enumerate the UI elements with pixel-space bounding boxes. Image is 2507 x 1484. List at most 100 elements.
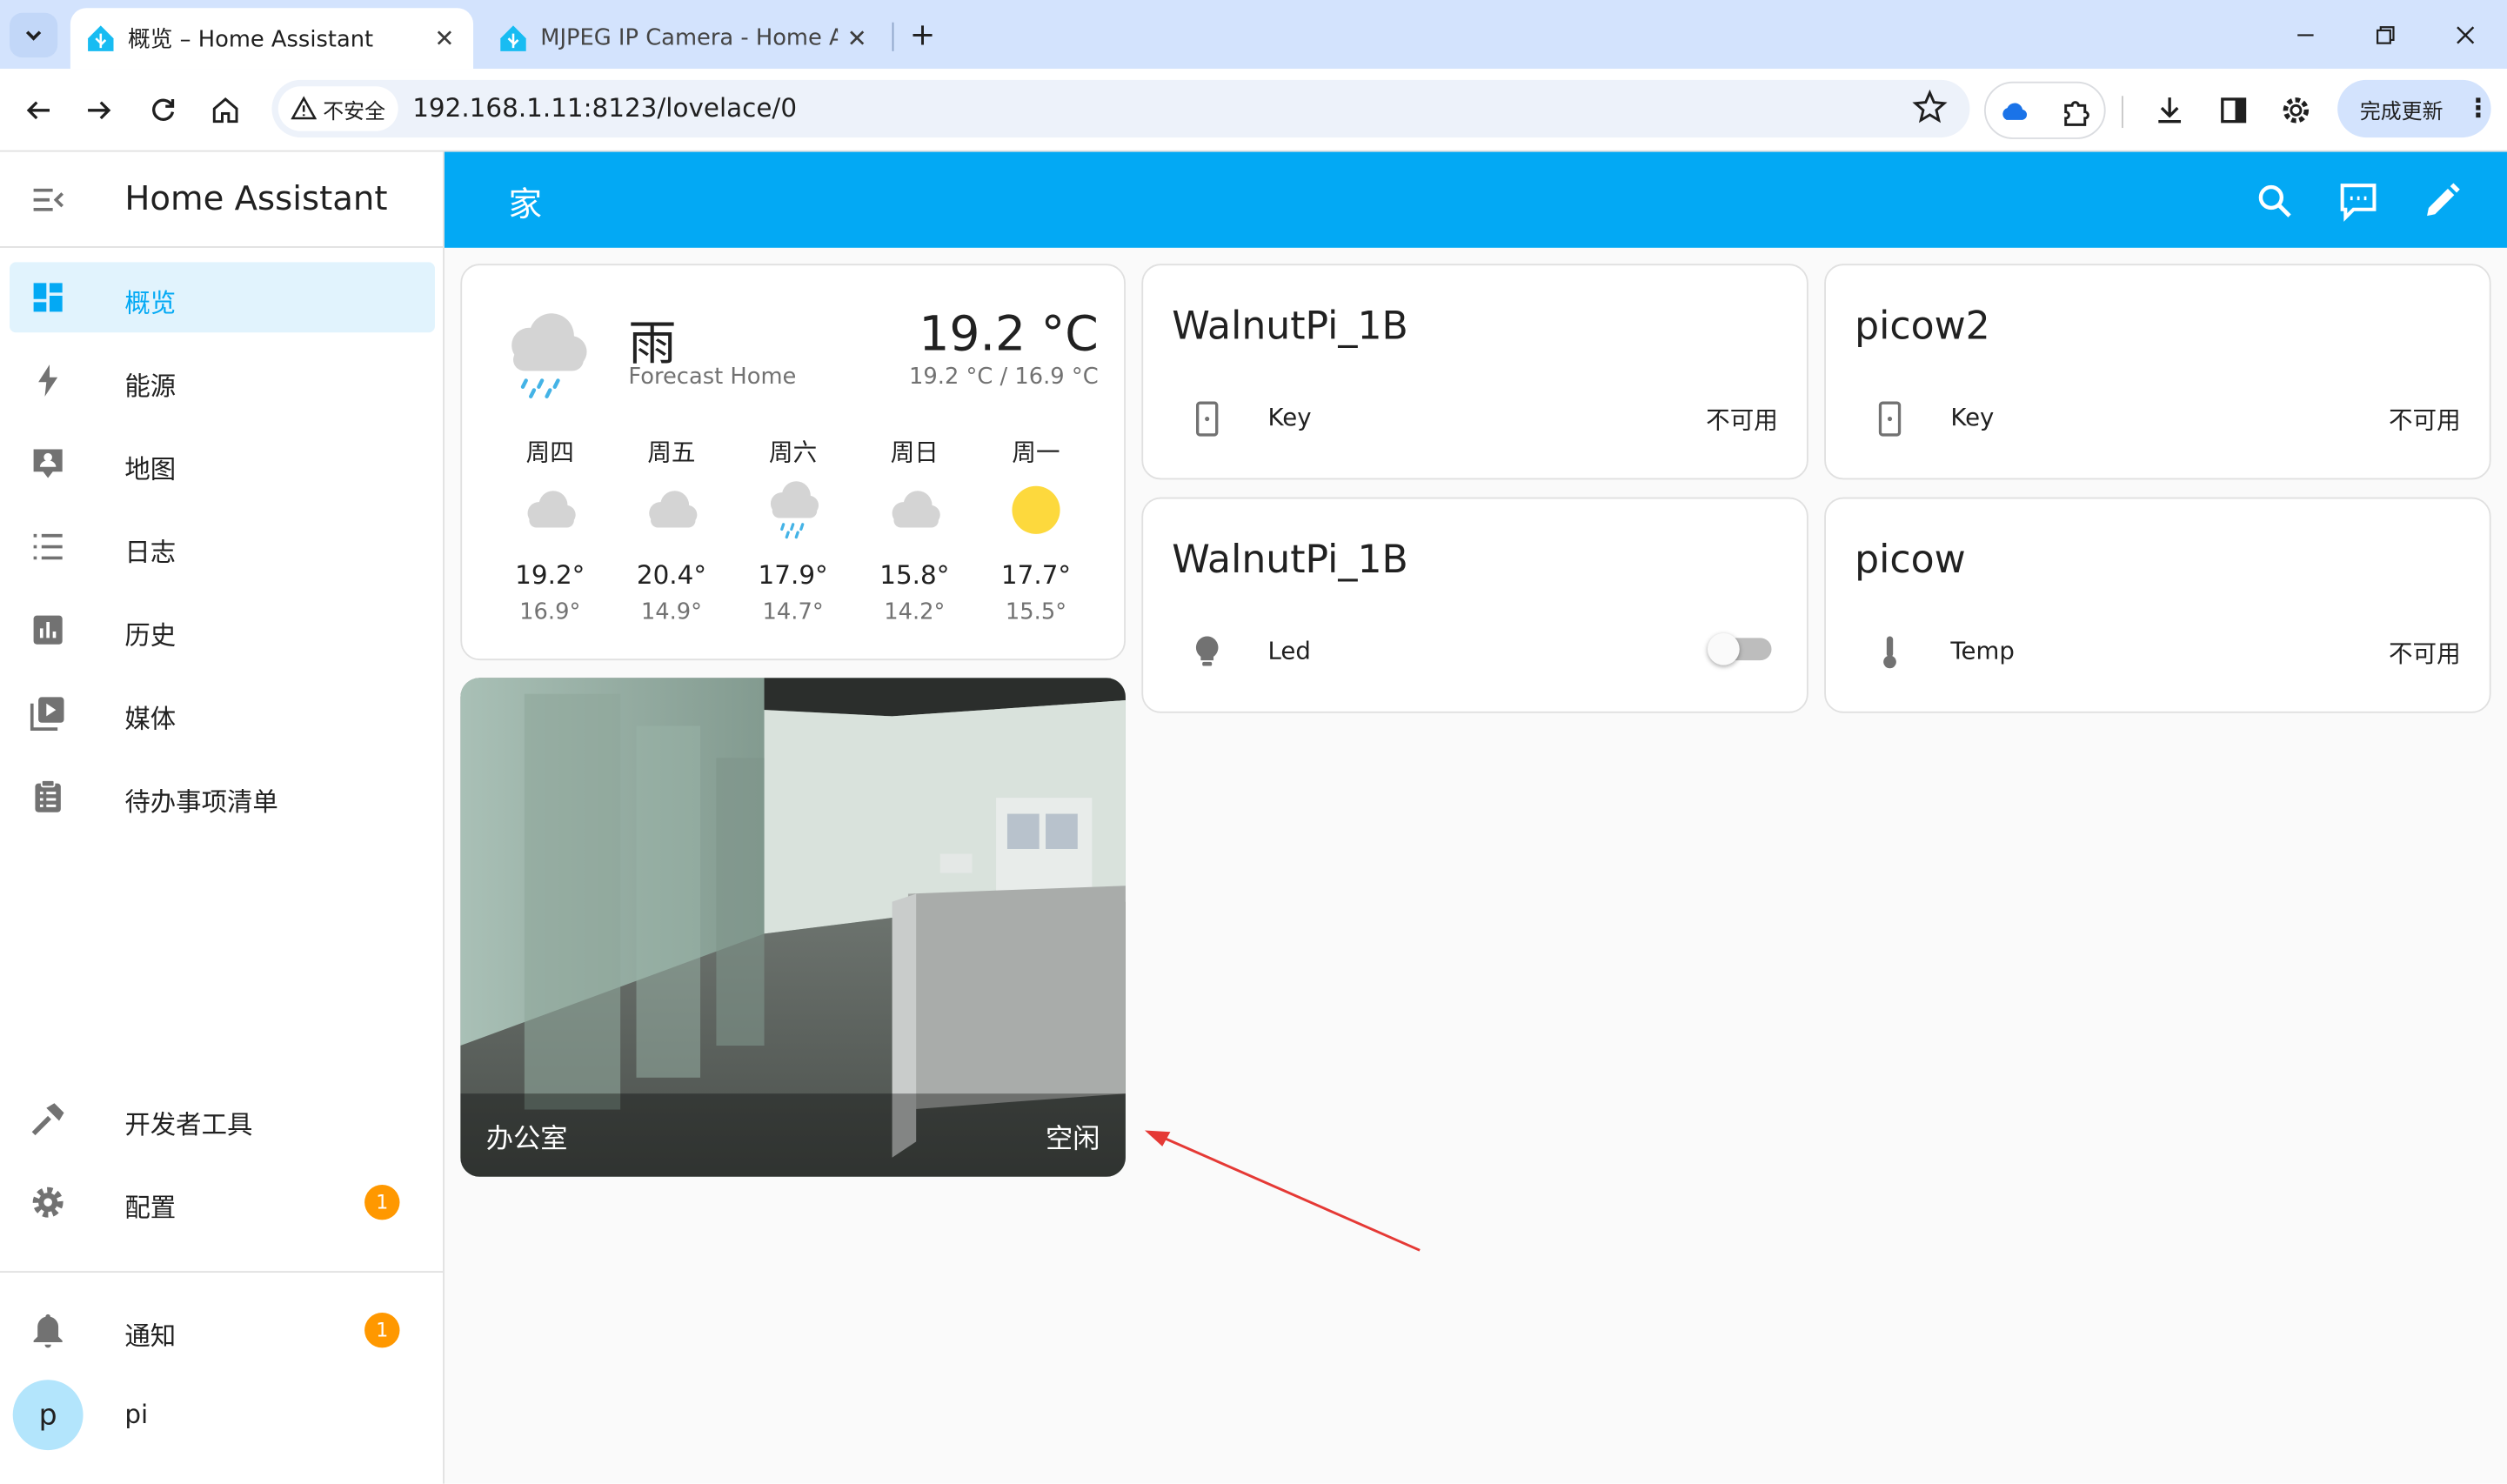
sidebar-item-media[interactable]: 媒体 [10,678,435,748]
puzzle-icon[interactable] [2059,94,2094,129]
sidebar-item-todo[interactable]: 待办事项清单 [10,761,435,832]
forecast-low: 14.7° [762,599,824,625]
downloads-button[interactable] [2147,88,2191,132]
close-icon[interactable]: ✕ [838,19,876,57]
home-button[interactable] [203,88,247,132]
forecast-high: 19.2° [515,559,585,591]
sidebar-item-overview[interactable]: 概览 [10,262,435,333]
sunny-icon [1012,485,1060,534]
browser-tab-strip: 概览 – Home Assistant ✕ MJPEG IP Camera - … [0,0,2507,70]
forecast-day-label: 周五 [647,438,696,467]
plus-icon [913,25,933,45]
tab-title: 概览 – Home Assistant [128,27,374,53]
rainy-icon [511,313,587,399]
sidebar-item-energy[interactable]: 能源 [10,345,435,416]
camera-card[interactable]: 办公室 空闲 [460,678,1126,1177]
sidebar-item-developer-tools[interactable]: 开发者工具 [10,1084,435,1154]
forecast-high: 15.8° [879,559,950,591]
minimize-button[interactable] [2274,13,2338,57]
list-icon [33,533,63,560]
entities-card: picow Temp 不可用 [1824,497,2491,713]
cloudy-icon [892,491,940,528]
tab-search-button[interactable] [10,12,58,58]
url-text[interactable]: 192.168.1.11:8123/lovelace/0 [412,93,797,124]
sidebar: Home Assistant 概览 能源 地图 日志 历史 媒体 待办事项清单 … [0,151,445,1484]
address-bar[interactable]: 不安全 192.168.1.11:8123/lovelace/0 [271,79,1970,138]
entity-state: 不可用 [2388,639,2461,669]
sidebar-header: Home Assistant [0,152,444,248]
lightning-icon [38,364,58,397]
sidebar-item-settings[interactable]: 配置 1 [10,1167,435,1238]
restore-button[interactable] [2354,13,2418,57]
pencil-icon[interactable] [2421,181,2463,223]
close-icon[interactable]: ✕ [425,19,464,57]
sidebar-item-label: 媒体 [124,703,177,734]
cloud-extension-icon[interactable] [1999,96,2031,128]
reload-button[interactable] [141,88,185,132]
warning-icon [291,96,317,120]
sidebar-item-history[interactable]: 历史 [10,595,435,665]
card-title: picow [1855,537,1966,583]
weather-card[interactable]: 雨 Forecast Home 19.2 °C 19.2 °C / 16.9 °… [460,264,1126,661]
tab-overview[interactable]: 概览 – Home Assistant ✕ [70,8,474,70]
forecast-day: 周日 15.8° 14.2° [866,435,962,625]
menu-open-icon[interactable] [29,181,67,219]
forecast-high: 17.7° [1000,559,1072,591]
forecast-day: 周五 20.4° 14.9° [624,435,719,625]
led-toggle[interactable] [1707,632,1772,665]
sidebar-item-map[interactable]: 地图 [10,429,435,499]
forecast-day: 周一 17.7° 15.5° [988,435,1084,625]
toolbar-separator [2122,96,2123,129]
avatar[interactable]: p [12,1380,84,1451]
sidebar-item-notifications[interactable]: 通知 1 [10,1295,435,1366]
sidebar-item-logbook[interactable]: 日志 [10,511,435,582]
lightbulb-icon [1195,636,1219,666]
entity-state: 不可用 [2388,405,2461,435]
forward-button[interactable] [77,88,121,132]
update-label: 完成更新 [2359,99,2443,124]
entity-name: Key [1267,403,1312,432]
security-chip[interactable]: 不安全 [277,86,398,131]
forecast-high: 17.9° [758,559,828,591]
sidebar-item-label: 概览 [124,287,177,318]
search-icon[interactable] [2255,181,2296,223]
settings-button[interactable] [2274,88,2318,132]
forecast-day-label: 周日 [890,438,939,467]
weather-condition: 雨 [628,316,677,373]
entity-row[interactable]: Led [1172,624,1778,681]
entity-name: Led [1267,636,1311,665]
sidebar-title: Home Assistant [124,178,388,217]
sidebar-item-label: 通知 [124,1320,177,1352]
close-window-button[interactable] [2433,13,2497,57]
sidebar-item-label: 地图 [124,453,177,485]
forecast-day: 周六 17.9° 14.7° [745,435,841,625]
dashboard-icon [33,283,63,312]
entities-card: WalnutPi_1B Led [1141,497,1808,713]
extensions-group [1983,81,2106,139]
side-panel-button[interactable] [2211,88,2256,132]
door-sensor-icon [1878,401,1902,437]
close-icon [2457,26,2475,44]
update-button[interactable]: 完成更新 ⋮ [2337,79,2491,138]
browser-toolbar: 不安全 192.168.1.11:8123/lovelace/0 完成更新 ⋮ [0,69,2507,152]
camera-state: 空闲 [1046,1124,1100,1156]
tab-separator [892,22,894,51]
assist-chat-icon[interactable] [2337,181,2379,223]
user-name[interactable]: pi [124,1399,148,1429]
weather-range: 19.2 °C / 16.9 °C [909,364,1099,391]
tab-camera[interactable]: MJPEG IP Camera - Home Assistant ✕ [483,8,886,69]
entity-row[interactable]: Temp 不可用 [1855,624,2461,681]
new-tab-button[interactable] [903,16,941,54]
bookmark-star-icon[interactable] [1912,89,1948,124]
forecast-day-label: 周四 [525,438,574,467]
chevron-down-icon [25,30,42,41]
sidebar-item-label: 日志 [124,537,177,568]
entity-row[interactable]: Key 不可用 [1855,390,2461,447]
play-box-icon [30,697,64,731]
sidebar-item-label: 开发者工具 [124,1109,253,1140]
door-sensor-icon [1196,401,1219,437]
entity-row[interactable]: Key 不可用 [1172,390,1778,447]
back-button[interactable] [16,88,60,132]
card-title: WalnutPi_1B [1172,537,1408,583]
forecast-low: 16.9° [519,599,581,625]
